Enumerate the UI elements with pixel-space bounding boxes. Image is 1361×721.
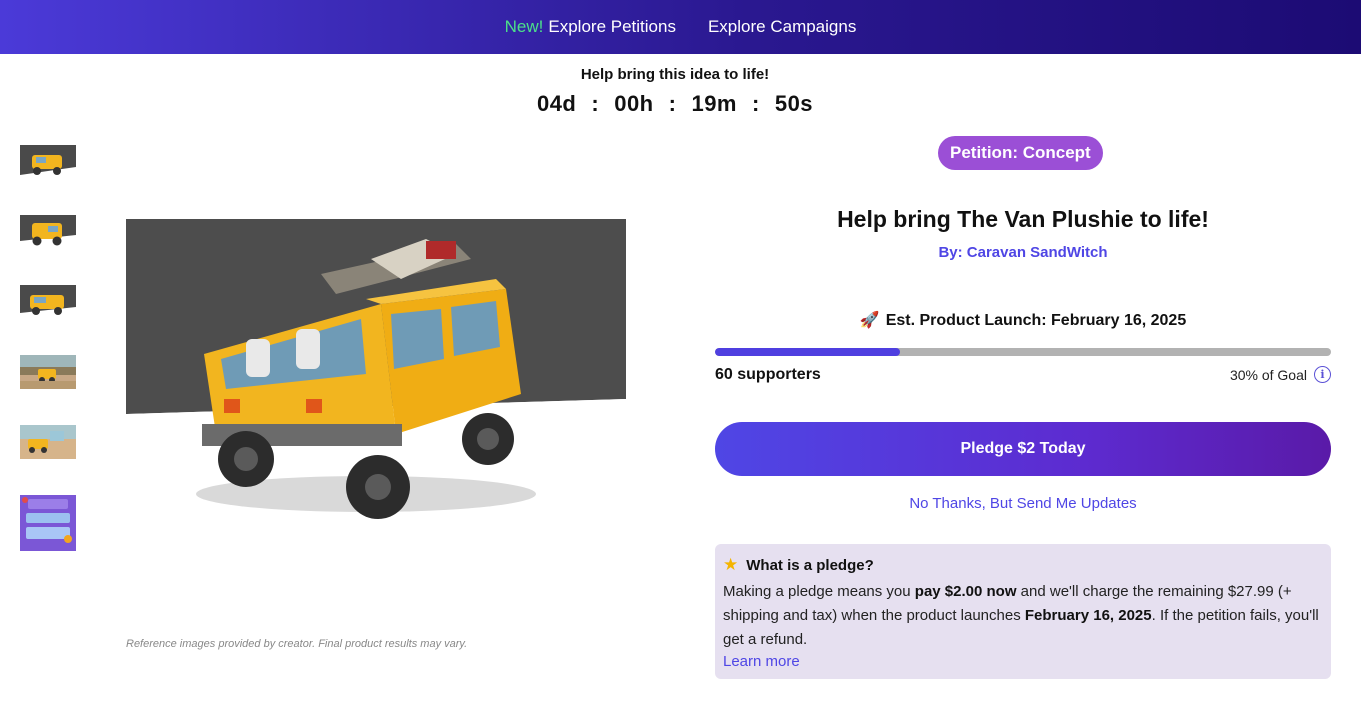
pledge-text-part: Making a pledge means you <box>723 583 915 600</box>
pledge-info-title: What is a pledge? <box>746 556 874 574</box>
supporters-count: 60 supporters <box>715 366 821 383</box>
petition-badge: Petition: Concept <box>938 136 1103 170</box>
nav-explore-campaigns[interactable]: Explore Campaigns <box>708 17 856 37</box>
pledge-info-heading: ★ What is a pledge? <box>723 555 1323 575</box>
image-disclaimer: Reference images provided by creator. Fi… <box>126 638 468 650</box>
thumbnail-2[interactable] <box>20 215 76 249</box>
goal-status: 30% of Goal i <box>1230 366 1331 383</box>
countdown-title: Help bring this idea to life! <box>580 66 770 83</box>
new-tag: New! <box>504 17 544 36</box>
countdown-days: 04d <box>536 91 577 116</box>
pledge-launch-date: February 16, 2025 <box>1024 607 1152 624</box>
top-nav: New! Explore Petitions Explore Campaigns <box>0 0 1361 54</box>
countdown-timer: 04d : 00h : 19m : 50s <box>0 91 1350 117</box>
star-icon: ★ <box>723 555 739 574</box>
thumbnail-list <box>20 145 76 587</box>
thumbnail-1[interactable] <box>20 145 76 179</box>
countdown-seconds: 50s <box>774 91 814 116</box>
countdown-section: Help bring this idea to life! 04d : 00h … <box>0 66 1350 117</box>
countdown-separator: : <box>668 91 677 116</box>
no-thanks-link[interactable]: No Thanks, But Send Me Updates <box>715 495 1331 512</box>
by-prefix: By: <box>938 244 963 261</box>
countdown-minutes: 19m <box>691 91 737 116</box>
launch-label: Est. Product Launch: February 16, 2025 <box>885 312 1187 329</box>
info-icon[interactable]: i <box>1314 366 1331 383</box>
main-product-image[interactable] <box>126 219 626 539</box>
countdown-hours: 00h <box>614 91 654 116</box>
progress-fill <box>715 348 900 356</box>
countdown-separator: : <box>752 91 760 116</box>
learn-more-link[interactable]: Learn more <box>723 653 1323 670</box>
pledge-info-box: ★ What is a pledge? Making a pledge mean… <box>715 544 1331 679</box>
product-title: Help bring The Van Plushie to life! <box>837 206 1209 232</box>
pledge-amount-now: pay $2.00 now <box>914 583 1017 600</box>
goal-text: 30% of Goal <box>1229 366 1307 383</box>
launch-date: 🚀 Est. Product Launch: February 16, 2025 <box>715 310 1331 330</box>
thumbnail-5[interactable] <box>20 425 76 459</box>
countdown-separator: : <box>591 91 600 116</box>
thumbnail-6[interactable] <box>20 495 76 551</box>
nav-explore-petitions-label: Explore Petitions <box>548 17 676 36</box>
pledge-button[interactable]: Pledge $2 Today <box>715 422 1331 476</box>
creator-byline: By: Caravan SandWitch <box>715 244 1331 261</box>
creator-link[interactable]: Caravan SandWitch <box>967 244 1108 261</box>
rocket-icon: 🚀 <box>859 312 880 329</box>
thumbnail-3[interactable] <box>20 285 76 319</box>
nav-explore-petitions[interactable]: New! Explore Petitions <box>505 17 676 37</box>
thumbnail-4[interactable] <box>20 355 76 389</box>
progress-bar <box>715 348 1331 356</box>
pledge-info-text: Making a pledge means you pay $2.00 now … <box>723 580 1323 652</box>
